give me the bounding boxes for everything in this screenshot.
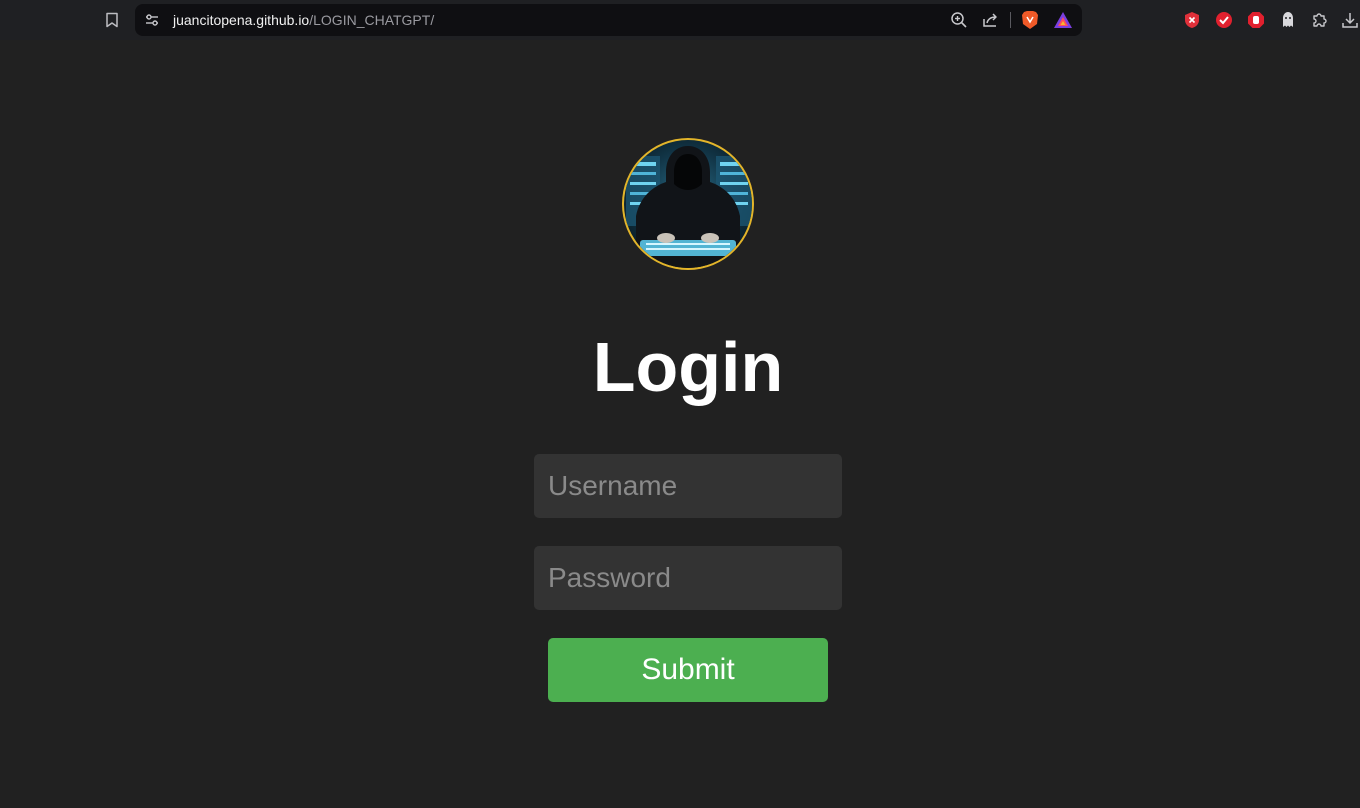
address-bar[interactable]: juancitopena.github.io/LOGIN_CHATGPT/ — [135, 4, 1082, 36]
brave-shields-icon[interactable] — [1020, 10, 1040, 30]
browser-toolbar: juancitopena.github.io/LOGIN_CHATGPT/ — [0, 0, 1360, 40]
brave-rewards-icon[interactable] — [1053, 10, 1073, 30]
url-host: juancitopena.github.io — [173, 12, 310, 28]
share-icon[interactable] — [981, 10, 1001, 30]
url-path: /LOGIN_CHATGPT/ — [309, 12, 435, 28]
ghost-extension-icon[interactable] — [1278, 10, 1298, 30]
stop-hand-extension-icon[interactable] — [1246, 10, 1266, 30]
extensions-puzzle-icon[interactable] — [1310, 10, 1330, 30]
username-input[interactable] — [534, 454, 842, 518]
page-title: Login — [592, 328, 784, 406]
url-text[interactable]: juancitopena.github.io/LOGIN_CHATGPT/ — [173, 12, 434, 28]
download-icon[interactable] — [1340, 10, 1360, 30]
bookmark-icon[interactable] — [102, 10, 122, 30]
check-extension-icon[interactable] — [1214, 10, 1234, 30]
zoom-icon[interactable] — [949, 10, 969, 30]
site-settings-icon[interactable] — [144, 12, 160, 28]
shield-x-extension-icon[interactable] — [1182, 10, 1202, 30]
password-input[interactable] — [534, 546, 842, 610]
hooded-hacker-avatar — [620, 136, 756, 272]
omnibox-divider — [1010, 12, 1011, 28]
submit-button[interactable]: Submit — [548, 638, 828, 702]
login-page: Login Submit — [0, 40, 1360, 808]
